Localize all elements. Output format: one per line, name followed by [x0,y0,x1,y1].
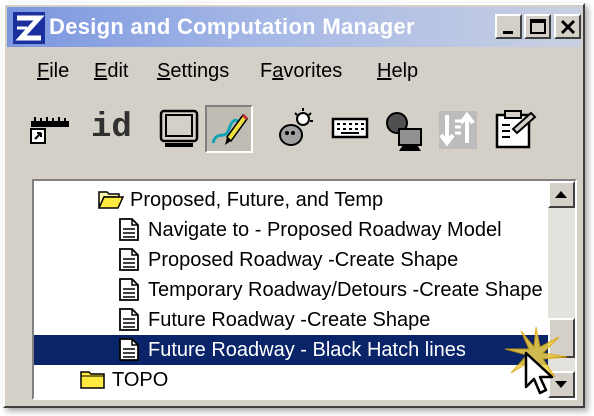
application-window: Design and Computation Manager File Edit… [3,3,585,408]
menu-settings[interactable]: Settings [157,60,229,83]
minimize-icon [503,31,513,34]
tree-item[interactable]: Navigate to - Proposed Roadway Model [34,215,548,245]
menu-edit[interactable]: Edit [94,60,128,83]
menu-bar: File Edit Settings Favorites Help [7,52,581,86]
document-icon [119,278,139,301]
tree-item[interactable]: Future Roadway -Create Shape [34,305,548,335]
app-logo-icon [13,12,45,44]
tree-folder-label: Proposed, Future, and Temp [130,189,384,211]
keyboard-icon [331,117,369,139]
tree-item-selected[interactable]: Future Roadway - Black Hatch lines [34,335,548,365]
open-folder-icon [98,191,124,209]
tree-list: Proposed, Future, and Temp Navigate to -… [34,181,548,398]
document-icon [119,308,139,331]
close-button[interactable] [554,14,581,39]
monitor-tool-button[interactable] [155,105,203,153]
menu-help[interactable]: Help [377,60,418,83]
maximize-icon [530,19,546,34]
scroll-up-button[interactable] [548,181,575,208]
tree-folder-topo[interactable]: TOPO [34,365,548,395]
maximize-button[interactable] [524,14,551,39]
menu-file[interactable]: File [37,60,69,83]
document-icon [119,338,139,361]
idea-tool-button[interactable] [269,105,317,153]
document-icon [119,218,139,241]
sort-icon [439,111,477,149]
mouse-cursor-icon [524,351,554,395]
monitor-icon [159,109,199,147]
tree-item-label: Proposed Roadway -Create Shape [148,249,459,271]
display-filter-tool-button[interactable] [381,105,429,153]
menu-favorites[interactable]: Favorites [260,60,342,83]
id-icon: id [91,109,132,147]
id-tool-button[interactable]: id [89,105,137,153]
idea-icon [279,108,313,146]
close-icon [560,19,576,35]
window-title: Design and Computation Manager [49,14,415,39]
arrow-up-icon [555,191,567,198]
draw-tool-button[interactable] [205,105,253,153]
clipboard-settings-tool-button[interactable] [491,105,539,153]
tree-folder-label: TOPO [112,369,169,391]
tree-item[interactable]: Proposed Roadway -Create Shape [34,245,548,275]
ruler-tool-button[interactable] [27,105,75,153]
tree-folder-proposed[interactable]: Proposed, Future, and Temp [34,185,548,215]
document-icon [119,248,139,271]
keyboard-tool-button[interactable] [327,105,375,153]
closed-folder-icon [80,371,105,389]
tree-item-label: Navigate to - Proposed Roadway Model [148,219,502,241]
pencil-draw-icon [211,113,249,145]
display-filter-icon [386,112,422,151]
title-bar[interactable]: Design and Computation Manager [7,7,581,47]
ruler-icon [30,117,69,144]
tree-view[interactable]: Proposed, Future, and Temp Navigate to -… [32,179,577,400]
tree-item[interactable]: Temporary Roadway/Detours -Create Shape [34,275,548,305]
tree-item-label: Future Roadway - Black Hatch lines [148,339,466,361]
minimize-button[interactable] [495,14,522,39]
tree-item-label: Future Roadway -Create Shape [148,309,431,331]
sort-tool-button[interactable] [435,105,483,153]
clipboard-settings-icon [495,110,537,149]
toolbar: id [7,95,581,161]
tree-item-label: Temporary Roadway/Detours -Create Shape [148,279,543,301]
